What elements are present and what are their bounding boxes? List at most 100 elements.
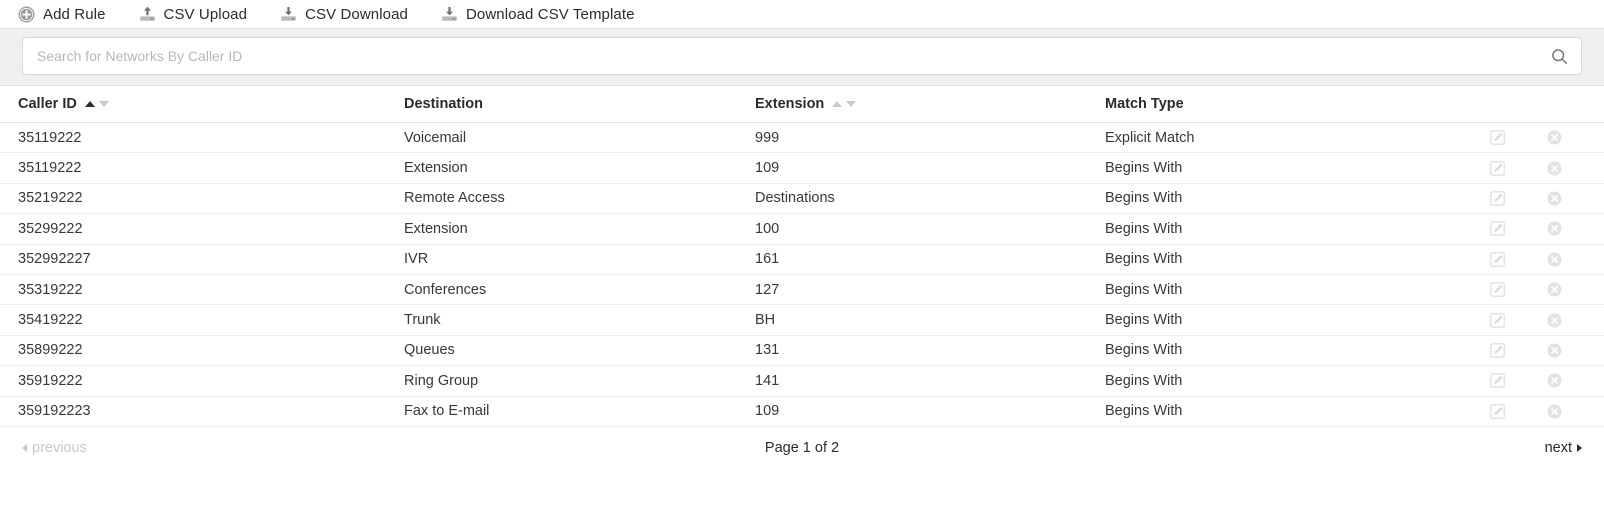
cell-match-type: Begins With	[1105, 403, 1183, 420]
csv-download-label: CSV Download	[305, 5, 408, 23]
cell-caller-id: 352992227	[18, 251, 91, 268]
table-row: 359192223 Fax to E-mail 109 Begins With	[0, 397, 1604, 427]
cell-actions	[1457, 251, 1604, 267]
edit-icon[interactable]	[1490, 282, 1505, 297]
sort-descending-icon[interactable]	[846, 101, 857, 107]
cell-extension: BH	[755, 312, 776, 329]
cell-extension: 127	[755, 281, 780, 298]
table-row: 35919222 Ring Group 141 Begins With	[0, 366, 1604, 397]
plus-circle-icon	[18, 6, 35, 23]
column-header-extension[interactable]: Extension	[737, 96, 1087, 112]
column-header-caller-id-label: Caller ID	[18, 96, 77, 112]
cell-destination: Trunk	[404, 312, 441, 329]
table-row: 35219222 Remote Access Destinations Begins …	[0, 184, 1604, 215]
add-rule-label: Add Rule	[43, 5, 106, 23]
edit-icon[interactable]	[1490, 221, 1505, 237]
sort-ascending-icon[interactable]	[832, 101, 843, 107]
cell-destination: Voicemail	[404, 129, 467, 146]
cell-extension: 141	[755, 372, 780, 389]
table-row: 35299222 Extension 100 Begins With	[0, 214, 1604, 245]
cell-destination: Conferences	[404, 281, 487, 298]
csv-upload-button[interactable]: CSV Upload	[139, 6, 248, 23]
cell-actions	[1457, 312, 1604, 328]
column-header-extension-label: Extension	[755, 96, 825, 112]
download-csv-template-button[interactable]: Download CSV Template	[441, 6, 635, 23]
delete-icon[interactable]	[1547, 282, 1562, 297]
search-bar	[0, 28, 1604, 86]
cell-destination: Remote Access	[404, 190, 505, 207]
sort-ascending-icon[interactable]	[84, 101, 95, 107]
edit-icon[interactable]	[1490, 312, 1505, 328]
previous-page-label: previous	[32, 439, 87, 456]
edit-icon[interactable]	[1490, 343, 1505, 358]
chevron-right-icon	[1577, 443, 1582, 452]
cell-caller-id: 359192223	[18, 403, 91, 420]
delete-icon[interactable]	[1547, 252, 1562, 267]
cell-actions	[1457, 373, 1604, 389]
cell-caller-id: 35299222	[18, 220, 83, 237]
column-header-match-type: Match Type	[1087, 96, 1457, 112]
cell-match-type: Begins With	[1105, 160, 1183, 177]
delete-icon[interactable]	[1547, 161, 1562, 176]
cell-destination: Fax to E-mail	[404, 403, 490, 420]
cell-extension: 109	[755, 160, 780, 177]
download-icon	[280, 6, 297, 23]
edit-icon[interactable]	[1490, 130, 1505, 146]
csv-upload-label: CSV Upload	[163, 5, 248, 23]
table-row: 35899222 Queues 131 Begins With	[0, 336, 1604, 367]
next-page-button[interactable]: next	[1545, 440, 1582, 456]
cell-extension: 109	[755, 403, 780, 420]
edit-icon[interactable]	[1490, 251, 1505, 267]
previous-page-button[interactable]: previous	[22, 440, 87, 456]
cell-caller-id: 35419222	[18, 312, 83, 329]
cell-destination: Ring Group	[404, 372, 479, 389]
page-info: Page 1 of 2	[764, 439, 840, 456]
cell-extension: Destinations	[755, 190, 835, 207]
cell-match-type: Begins With	[1105, 312, 1183, 329]
edit-icon[interactable]	[1490, 373, 1505, 389]
table-header-row: Caller ID Destination Extension Match Ty…	[0, 86, 1604, 123]
column-header-caller-id[interactable]: Caller ID	[0, 96, 386, 112]
delete-icon[interactable]	[1547, 313, 1562, 328]
delete-icon[interactable]	[1547, 130, 1562, 145]
cell-destination: IVR	[404, 251, 429, 268]
edit-icon[interactable]	[1490, 160, 1505, 176]
upload-icon	[139, 6, 156, 23]
cell-actions	[1457, 403, 1604, 419]
cell-actions	[1457, 191, 1604, 206]
search-input[interactable]	[22, 37, 1582, 75]
table-row: 352992227 IVR 161 Begins With	[0, 245, 1604, 275]
delete-icon[interactable]	[1547, 191, 1562, 206]
search-icon[interactable]	[1546, 37, 1572, 75]
cell-caller-id: 35119222	[18, 129, 82, 146]
cell-extension: 999	[755, 129, 780, 146]
pagination: previous Page 1 of 2 next	[0, 427, 1604, 469]
cell-match-type: Begins With	[1105, 190, 1183, 207]
sort-descending-icon[interactable]	[98, 101, 109, 107]
column-header-destination-label: Destination	[404, 96, 483, 112]
download-icon	[441, 6, 458, 23]
sort-toggle-caller-id[interactable]	[84, 101, 109, 107]
edit-icon[interactable]	[1490, 403, 1505, 419]
cell-caller-id: 35119222	[18, 160, 82, 177]
cell-actions	[1457, 160, 1604, 176]
cell-extension: 100	[755, 220, 780, 237]
csv-download-button[interactable]: CSV Download	[280, 6, 408, 23]
download-csv-template-label: Download CSV Template	[465, 5, 635, 23]
delete-icon[interactable]	[1547, 373, 1562, 388]
table-row: 35119222 Voicemail 999 Explicit Match	[0, 123, 1604, 154]
add-rule-button[interactable]: Add Rule	[18, 6, 106, 23]
sort-toggle-extension[interactable]	[832, 101, 857, 107]
cell-match-type: Begins With	[1105, 342, 1183, 359]
edit-icon[interactable]	[1490, 191, 1505, 206]
cell-match-type: Begins With	[1105, 372, 1183, 389]
delete-icon[interactable]	[1547, 404, 1562, 419]
cell-actions	[1457, 343, 1604, 358]
cell-caller-id: 35319222	[18, 281, 83, 298]
cell-match-type: Explicit Match	[1105, 129, 1195, 146]
delete-icon[interactable]	[1547, 221, 1562, 236]
delete-icon[interactable]	[1547, 343, 1562, 358]
rules-table: Caller ID Destination Extension Match Ty…	[0, 86, 1604, 427]
cell-match-type: Begins With	[1105, 220, 1183, 237]
cell-match-type: Begins With	[1105, 281, 1183, 298]
